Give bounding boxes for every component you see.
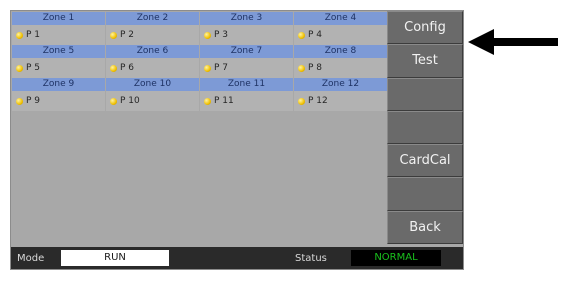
zone-point: P 5 bbox=[26, 63, 41, 73]
led-indicator-icon bbox=[204, 64, 211, 72]
led-indicator-icon bbox=[110, 64, 117, 72]
zone-point: P 3 bbox=[214, 30, 229, 40]
zone-tile[interactable]: Zone 2 P 2 bbox=[106, 12, 200, 45]
zone-name: Zone 5 bbox=[12, 45, 106, 58]
zone-point: P 7 bbox=[214, 63, 229, 73]
mode-value: RUN bbox=[61, 250, 169, 266]
led-indicator-icon bbox=[16, 31, 23, 39]
zone-point: P 10 bbox=[120, 96, 140, 106]
zone-point: P 12 bbox=[308, 96, 328, 106]
zone-point: P 4 bbox=[308, 30, 323, 40]
zone-point-row: P 4 bbox=[294, 25, 388, 45]
zone-tile[interactable]: Zone 12 P 12 bbox=[294, 78, 388, 111]
zone-name: Zone 4 bbox=[294, 12, 388, 25]
zone-tile[interactable]: Zone 11 P 11 bbox=[200, 78, 294, 111]
zone-name: Zone 10 bbox=[106, 78, 200, 91]
zone-point-row: P 5 bbox=[12, 58, 106, 78]
zone-name: Zone 11 bbox=[200, 78, 294, 91]
blank-button-1[interactable] bbox=[387, 77, 463, 111]
cardcal-button[interactable]: CardCal bbox=[387, 144, 463, 178]
zone-tile[interactable]: Zone 9 P 9 bbox=[12, 78, 106, 111]
zone-point-row: P 9 bbox=[12, 91, 106, 111]
led-indicator-icon bbox=[16, 97, 23, 105]
zone-tile[interactable]: Zone 6 P 6 bbox=[106, 45, 200, 78]
panel-screen: Zone 1 P 1 Zone 2 P 2 Zone 3 P 3 Zone 4 … bbox=[10, 10, 464, 270]
zone-point-row: P 12 bbox=[294, 91, 388, 111]
zone-point-row: P 6 bbox=[106, 58, 200, 78]
zone-point: P 8 bbox=[308, 63, 323, 73]
zone-point: P 2 bbox=[120, 30, 135, 40]
back-button[interactable]: Back bbox=[387, 210, 463, 244]
zone-name: Zone 1 bbox=[12, 12, 106, 25]
zone-name: Zone 12 bbox=[294, 78, 388, 91]
zone-point-row: P 3 bbox=[200, 25, 294, 45]
zone-point: P 9 bbox=[26, 96, 41, 106]
zone-tile[interactable]: Zone 7 P 7 bbox=[200, 45, 294, 78]
zone-tile[interactable]: Zone 4 P 4 bbox=[294, 12, 388, 45]
zone-point: P 6 bbox=[120, 63, 135, 73]
zone-point-row: P 1 bbox=[12, 25, 106, 45]
zone-tile[interactable]: Zone 3 P 3 bbox=[200, 12, 294, 45]
mode-label: Mode bbox=[17, 252, 45, 264]
side-button-panel: Config Test CardCal Back bbox=[387, 11, 463, 244]
zone-grid: Zone 1 P 1 Zone 2 P 2 Zone 3 P 3 Zone 4 … bbox=[12, 12, 388, 112]
led-indicator-icon bbox=[110, 31, 117, 39]
status-bar: Mode RUN Status NORMAL bbox=[11, 247, 463, 269]
zone-name: Zone 9 bbox=[12, 78, 106, 91]
zone-point-row: P 11 bbox=[200, 91, 294, 111]
led-indicator-icon bbox=[298, 97, 305, 105]
config-button[interactable]: Config bbox=[387, 11, 463, 45]
led-indicator-icon bbox=[204, 31, 211, 39]
zone-tile[interactable]: Zone 8 P 8 bbox=[294, 45, 388, 78]
zone-name: Zone 8 bbox=[294, 45, 388, 58]
status-value: NORMAL bbox=[351, 250, 441, 266]
zone-point-row: P 8 bbox=[294, 58, 388, 78]
zone-tile[interactable]: Zone 10 P 10 bbox=[106, 78, 200, 111]
zone-point-row: P 2 bbox=[106, 25, 200, 45]
blank-button-3[interactable] bbox=[387, 177, 463, 211]
led-indicator-icon bbox=[298, 64, 305, 72]
test-button[interactable]: Test bbox=[387, 44, 463, 78]
led-indicator-icon bbox=[16, 64, 23, 72]
blank-button-2[interactable] bbox=[387, 110, 463, 145]
zone-point: P 11 bbox=[214, 96, 234, 106]
status-label: Status bbox=[295, 252, 327, 264]
zone-tile[interactable]: Zone 1 P 1 bbox=[12, 12, 106, 45]
arrow-left-icon bbox=[468, 29, 558, 55]
led-indicator-icon bbox=[204, 97, 211, 105]
zone-tile[interactable]: Zone 5 P 5 bbox=[12, 45, 106, 78]
zone-point-row: P 7 bbox=[200, 58, 294, 78]
zone-name: Zone 6 bbox=[106, 45, 200, 58]
led-indicator-icon bbox=[298, 31, 305, 39]
led-indicator-icon bbox=[110, 97, 117, 105]
zone-point-row: P 10 bbox=[106, 91, 200, 111]
zone-name: Zone 2 bbox=[106, 12, 200, 25]
zone-name: Zone 7 bbox=[200, 45, 294, 58]
zone-point: P 1 bbox=[26, 30, 41, 40]
zone-name: Zone 3 bbox=[200, 12, 294, 25]
